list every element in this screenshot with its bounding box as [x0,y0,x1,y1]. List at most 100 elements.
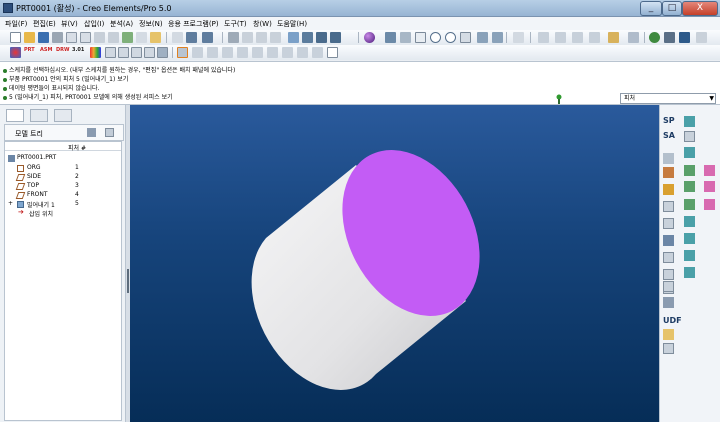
color-icon[interactable] [90,47,101,58]
tree-item[interactable]: ORG 1 [5,164,121,173]
trim-icon[interactable] [684,267,695,278]
csys-icon[interactable] [237,47,248,58]
surface-icon[interactable] [267,47,278,58]
save-icon[interactable] [38,32,49,43]
repaint-icon[interactable] [415,32,426,43]
annotation-display-icon[interactable] [608,32,619,43]
close-button[interactable]: X [682,1,718,16]
appearance-icon[interactable] [364,32,375,43]
menu-view[interactable]: 뷰(V) [61,19,78,29]
globe-icon[interactable] [649,32,660,43]
menu-tools[interactable]: 도구(T) [224,19,247,29]
table-icon[interactable] [282,47,293,58]
insert-icon[interactable] [172,32,183,43]
datum-axis-icon[interactable] [207,47,218,58]
chamfer-icon[interactable] [684,233,695,244]
zoom-out-icon[interactable] [445,32,456,43]
datum-plane-icon[interactable] [192,47,203,58]
datum-plane-icon[interactable] [663,153,674,164]
drw-icon[interactable]: DRW [56,47,70,58]
draft-icon[interactable] [704,199,715,210]
table-icon[interactable] [684,131,695,142]
minimize-button[interactable]: _ [640,1,662,16]
select-icon[interactable] [316,32,327,43]
axis-display-icon[interactable] [555,32,566,43]
orient-icon[interactable] [385,32,396,43]
tab-folder-browser[interactable] [30,109,48,122]
thicken-icon[interactable] [663,297,674,308]
folder-icon[interactable] [150,32,161,43]
point-display-icon[interactable] [572,32,583,43]
list-icon[interactable] [312,47,323,58]
tree-settings-icon[interactable] [87,128,96,137]
find-icon[interactable] [302,32,313,43]
menu-info[interactable]: 정보(N) [139,19,163,29]
tree-item[interactable]: TOP 3 [5,182,121,191]
sa-icon[interactable]: SA [663,131,677,142]
datum-display-icon[interactable] [538,32,549,43]
datum-point-icon[interactable] [222,47,233,58]
close-view-icon[interactable] [327,47,338,58]
close-window-icon[interactable] [108,32,119,43]
menu-applications[interactable]: 응용 프로그램(P) [168,19,219,29]
shading-icon[interactable] [157,47,168,58]
print-icon[interactable] [52,32,63,43]
tab-model-tree[interactable] [6,109,24,122]
graphics-window[interactable] [130,105,659,422]
tree-root[interactable]: PRT0001.PRT [5,154,121,163]
round-icon[interactable] [684,216,695,227]
revolve-icon[interactable] [684,165,695,176]
hidden-line-icon[interactable] [131,47,142,58]
paste-icon[interactable] [256,32,267,43]
datum-point-icon[interactable] [663,167,674,178]
csys-icon[interactable] [663,201,674,212]
email-attach-icon[interactable] [80,32,91,43]
paste-special-icon[interactable] [270,32,281,43]
cut-icon[interactable] [228,32,239,43]
menu-window[interactable]: 창(W) [253,19,272,29]
wave-icon[interactable] [663,235,674,246]
paste-feature-icon[interactable] [663,343,674,354]
expand-icon[interactable]: + [8,200,13,207]
new-icon[interactable] [10,32,21,43]
sketch-icon[interactable] [177,47,188,58]
shell-icon[interactable] [704,181,715,192]
redo-icon[interactable] [202,32,213,43]
window-close-icon[interactable] [696,32,707,43]
saved-views-icon[interactable] [492,32,503,43]
menu-file[interactable]: 파일(F) [5,19,27,29]
sweep-icon[interactable] [684,116,695,127]
maximize-button[interactable]: □ [662,1,682,16]
window-settings-icon[interactable] [679,32,690,43]
model-icon[interactable] [628,32,639,43]
email-icon[interactable] [66,32,77,43]
tree-columns-icon[interactable] [105,128,114,137]
splitter-grip[interactable] [127,269,129,293]
filter-select[interactable]: 피처 ▼ [620,93,716,104]
mirror-icon[interactable] [684,250,695,261]
regen-manager-icon[interactable] [288,32,299,43]
undo-icon[interactable] [186,32,197,43]
zoom-in-icon[interactable] [430,32,441,43]
merge-icon[interactable] [663,269,674,280]
asm-icon[interactable]: ASM [40,47,52,58]
window-icon[interactable] [94,32,105,43]
no-hidden-icon[interactable] [144,47,155,58]
monitor-icon[interactable] [664,32,675,43]
open-icon[interactable] [24,32,35,43]
rib-icon[interactable] [684,199,695,210]
setup-icon[interactable] [10,47,21,58]
help-icon[interactable] [513,32,524,43]
curve-icon[interactable] [252,47,263,58]
layer-icon[interactable] [105,47,116,58]
view-manager-icon[interactable] [400,32,411,43]
menu-analysis[interactable]: 분석(A) [110,19,133,29]
copy-feature-icon[interactable] [663,329,674,340]
wireframe-icon[interactable] [118,47,129,58]
prt-icon[interactable]: PRT [24,47,35,58]
tree-item[interactable]: ➔ 삽입 위치 [5,208,121,218]
select-box-icon[interactable] [330,32,341,43]
sp-icon[interactable]: SP [663,116,677,127]
pattern-icon[interactable] [663,252,674,263]
menu-insert[interactable]: 삽입(I) [84,19,104,29]
